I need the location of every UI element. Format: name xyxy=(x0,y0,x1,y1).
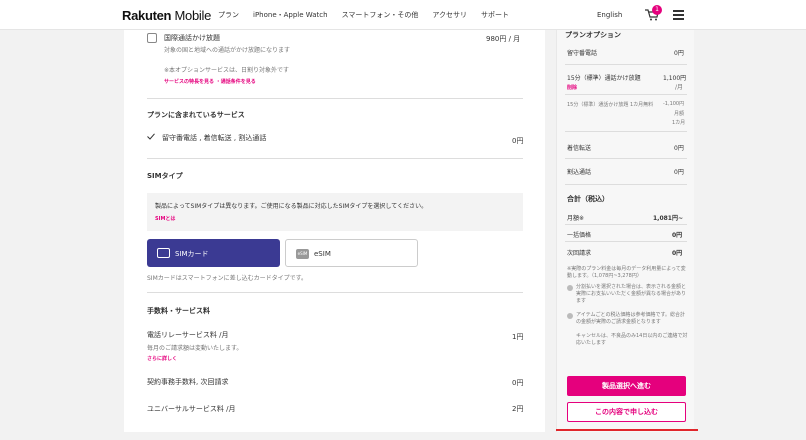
universal-fee-title: ユニバーサルサービス料 /月 xyxy=(147,405,236,413)
language-switch[interactable]: English xyxy=(597,11,622,19)
divider xyxy=(565,158,687,159)
proceed-to-product-button[interactable]: 製品選択へ進む xyxy=(567,376,686,396)
call15-discount-unit1: 月額 xyxy=(674,111,685,117)
call15-discount-unit2: 1カ月 xyxy=(672,120,686,126)
nav-accessory[interactable]: アクセサリ xyxy=(432,10,467,20)
next-billing-price: 0円 xyxy=(672,250,683,257)
cancel-note: キャンセルは、不良品のみ14日以内のご連絡で対応いたします xyxy=(576,333,688,346)
forward-price: 0円 xyxy=(674,145,684,152)
nav-plan[interactable]: プラン xyxy=(218,10,239,20)
intl-call-title: 国際通話かけ放題 xyxy=(164,34,220,42)
divider xyxy=(565,224,687,225)
highlight-underline xyxy=(556,429,698,431)
esim-option[interactable]: eSIM eSIM xyxy=(285,239,418,267)
sim-about-link[interactable]: SIMとは xyxy=(155,215,175,222)
interrupt-price: 0円 xyxy=(674,169,684,176)
forward-label: 着信転送 xyxy=(567,145,592,152)
info-icon xyxy=(567,285,573,291)
intl-call-checkbox[interactable] xyxy=(147,33,157,43)
top-navigation-bar: Rakuten Mobile プラン iPhone・Apple Watch スマ… xyxy=(0,0,806,30)
universal-fee-price: 2円 xyxy=(512,405,524,413)
voicemail-label: 留守番電話 xyxy=(567,50,598,57)
call15-discount-label: 15分（標準）通話かけ放題 1カ月無料 xyxy=(567,102,654,108)
included-services-price: 0円 xyxy=(512,137,524,145)
call15-price: 1,100円 xyxy=(663,75,687,82)
main-nav: プラン iPhone・Apple Watch スマートフォン・その他 アクセサリ… xyxy=(218,10,509,20)
call15-discount-price: -1,100円 xyxy=(663,101,685,107)
esim-label: eSIM xyxy=(314,250,331,258)
main-panel: 国際通話かけ放題 対象の国と地域への通話がかけ放題になります 980円 / 月 … xyxy=(124,30,545,432)
rakuten-mobile-logo[interactable]: Rakuten Mobile xyxy=(122,8,211,23)
plan-options-heading: プランオプション xyxy=(565,31,621,39)
divider xyxy=(565,241,687,242)
nav-support[interactable]: サポート xyxy=(481,10,509,20)
apply-button[interactable]: この内容で申し込む xyxy=(567,402,686,422)
info-icon xyxy=(567,313,573,319)
check-icon xyxy=(147,133,155,140)
hamburger-menu-icon[interactable] xyxy=(673,10,684,20)
monthly-label: 月額※ xyxy=(567,215,585,222)
sim-info-text: 製品によってSIMタイプは異なります。ご使用になる製品に対応したSIMタイプを選… xyxy=(155,203,428,210)
fees-heading: 手数料・サービス料 xyxy=(147,307,210,315)
contract-fee-title: 契約事務手数料, 次回請求 xyxy=(147,378,229,386)
relay-fee-desc: 毎月のご請求額は変動いたします。 xyxy=(147,345,243,352)
monthly-price: 1,081円~ xyxy=(653,215,684,222)
relay-fee-title: 電話リレーサービス料 /月 xyxy=(147,331,229,339)
call15-label: 15分（標準）通話かけ放題 xyxy=(567,75,641,82)
sim-type-heading: SIMタイプ xyxy=(147,172,183,180)
lump-sum-price: 0円 xyxy=(672,232,683,239)
nav-iphone[interactable]: iPhone・Apple Watch xyxy=(253,10,328,20)
divider xyxy=(565,64,687,65)
divider xyxy=(147,292,523,293)
tax-note: アイテムごとの税込価格は参考価格です。総合計の金額が実際のご請求金額となります xyxy=(576,312,685,325)
divider xyxy=(565,131,687,132)
intl-call-desc: 対象の国と地域への通話がかけ放題になります xyxy=(164,47,291,54)
contract-fee-price: 0円 xyxy=(512,379,524,387)
relay-fee-price: 1円 xyxy=(512,333,524,341)
call15-delete-link[interactable]: 削除 xyxy=(567,84,577,91)
relay-fee-link[interactable]: さらに詳しく xyxy=(147,355,177,362)
sim-card-icon xyxy=(157,248,170,258)
divider xyxy=(147,158,523,159)
intl-call-links[interactable]: サービスの特長を見る ・通話条件を見る xyxy=(164,78,256,85)
sim-card-label: SIMカード xyxy=(175,250,209,258)
included-services-heading: プランに含まれているサービス xyxy=(147,111,245,119)
voicemail-price: 0円 xyxy=(674,50,684,57)
cart-count-badge: 1 xyxy=(652,5,662,15)
interrupt-label: 割込通話 xyxy=(567,169,592,176)
sim-card-option[interactable]: SIMカード xyxy=(147,239,280,267)
intl-call-note: ※本オプションサービスは、日割り対象外です xyxy=(164,67,290,74)
next-billing-label: 次回請求 xyxy=(567,250,592,257)
divider xyxy=(565,184,687,185)
lump-sum-label: 一括価格 xyxy=(567,232,592,239)
divider xyxy=(565,94,687,95)
order-summary-sidebar: プランオプション 留守番電話 0円 15分（標準）通話かけ放題 1,100円 /… xyxy=(556,30,694,432)
esim-icon: eSIM xyxy=(296,249,309,259)
nav-smartphone[interactable]: スマートフォン・その他 xyxy=(342,10,419,20)
price-note: ※実際のプラン料金は毎月のデータ利用量によって変動します。（1,078円~3,2… xyxy=(567,266,686,279)
included-services-item: 留守番電話 , 着信転送 , 割込通話 xyxy=(162,134,267,142)
intl-call-price: 980円 / 月 xyxy=(486,35,521,43)
installment-note: 分割払いを選択された場合は、表示される金額と実際にお支払いいただく金額が異なる場… xyxy=(576,284,687,304)
sim-info-box: 製品によってSIMタイプは異なります。ご使用になる製品に対応したSIMタイプを選… xyxy=(147,193,523,231)
call15-unit: /月 xyxy=(675,84,684,91)
total-heading: 合計（税込） xyxy=(567,195,609,203)
divider xyxy=(147,98,523,99)
sim-type-desc: SIMカードはスマートフォンに差し込むカードタイプです。 xyxy=(147,275,307,282)
